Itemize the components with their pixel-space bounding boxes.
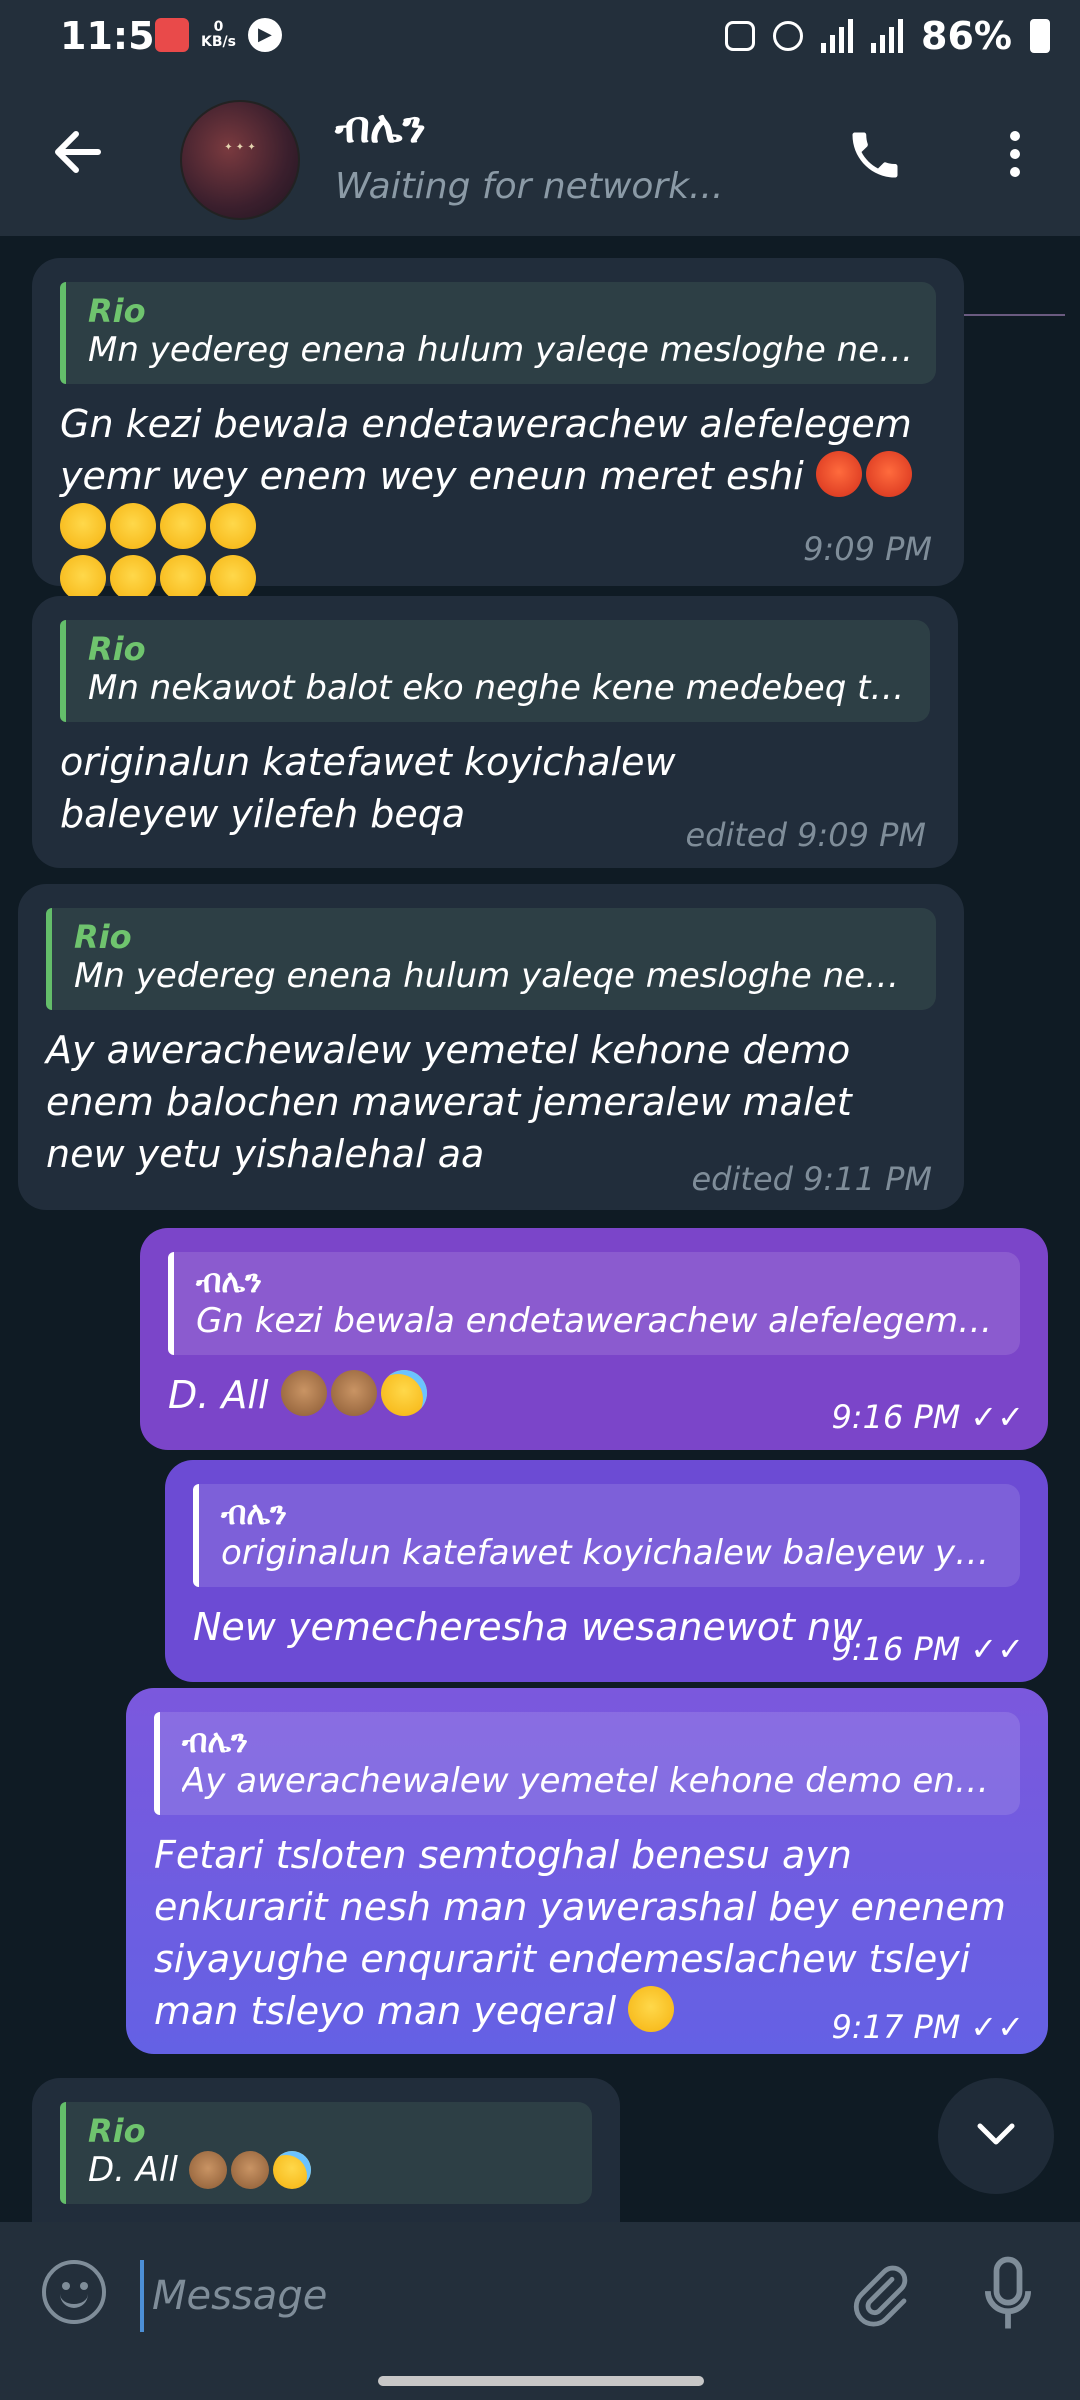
reply-sender: ብሌን <box>182 1722 248 1760</box>
avatar[interactable]: ✦ ✦ ✦ <box>180 100 300 220</box>
reply-text: D. All <box>88 2150 178 2190</box>
reply-sender: ብሌን <box>221 1494 287 1532</box>
tongue-emoji-icon <box>160 503 206 549</box>
battery-percent: 86% <box>921 14 1012 58</box>
net-speed-unit: KB/s <box>201 34 236 50</box>
chat-subtitle: Waiting for network... <box>335 166 724 207</box>
scroll-down-button[interactable] <box>938 2078 1054 2194</box>
reply-preview[interactable]: ብሌን Gn kezi bewala endetawerachew alefel… <box>168 1252 1020 1355</box>
message-text: Gn kezi bewala endetawerachew alefelegem… <box>60 402 912 498</box>
tongue-emoji-icon <box>110 503 156 549</box>
status-left-icons: 0 KB/s ▶ <box>155 18 282 52</box>
more-vert-icon[interactable] <box>1000 125 1030 185</box>
message-input[interactable] <box>140 2260 804 2332</box>
double-check-icon: ✓✓ <box>970 2008 1024 2046</box>
message-bubble[interactable]: Rio Mn yedereg enena hulum yaleqe meslog… <box>32 258 964 601</box>
message-time: edited 9:09 PM <box>685 816 926 854</box>
message-bubble[interactable]: Rio Mn nekawot balot eko neghe kene mede… <box>32 596 958 868</box>
reply-sender: Rio <box>88 2112 146 2150</box>
reply-text: Ay awerachewalew yemetel kehone demo ene… <box>182 1761 998 1801</box>
angry-emoji-icon <box>865 451 912 497</box>
chat-header: ✦ ✦ ✦ ብሌን Waiting for network... <box>0 80 1080 316</box>
message-time: 9:09 PM <box>803 530 932 568</box>
reply-text: originalun katefawet koyichalew baleyew … <box>221 1533 998 1573</box>
message-bubble-outgoing[interactable]: ብሌን originalun katefawet koyichalew bale… <box>165 1460 1048 1682</box>
reply-preview[interactable]: ብሌን originalun katefawet koyichalew bale… <box>193 1484 1020 1587</box>
double-check-icon: ✓✓ <box>970 1398 1024 1436</box>
reply-sender: Rio <box>88 292 146 330</box>
message-text-wrap: Gn kezi bewala endetawerachew alefelegem… <box>60 398 936 606</box>
tongue-emoji-icon <box>210 555 256 601</box>
reply-preview[interactable]: Rio Mn yedereg enena hulum yaleqe meslog… <box>46 908 936 1010</box>
message-time: 9:16 PM <box>831 1398 961 1436</box>
avatar-image: ✦ ✦ ✦ <box>224 142 256 153</box>
battery-icon <box>1030 19 1050 53</box>
tongue-emoji-icon <box>110 555 156 601</box>
back-arrow-icon[interactable] <box>48 122 108 182</box>
sweat-smile-emoji-icon <box>272 2151 311 2189</box>
reply-text: Gn kezi bewala endetawerachew alefelegem… <box>196 1301 998 1341</box>
reply-text: Mn yedereg enena hulum yaleqe mesloghe n… <box>88 330 914 370</box>
message-time: 9:16 PM <box>831 1630 961 1668</box>
reply-text-wrap: D. All <box>88 2150 570 2190</box>
media-play-icon: ▶ <box>247 18 282 52</box>
tongue-emoji-icon <box>60 503 106 549</box>
reply-preview[interactable]: Rio Mn nekawot balot eko neghe kene mede… <box>60 620 930 722</box>
tongue-emoji-icon <box>160 555 206 601</box>
vpn-icon <box>725 21 756 51</box>
see-no-evil-emoji-icon <box>188 2151 227 2189</box>
see-no-evil-emoji-icon <box>280 1370 327 1416</box>
message-meta: 9:16 PM ✓✓ <box>831 1398 1024 1436</box>
message-text: Ay awerachewalew yemetel kehone demo ene… <box>46 1028 852 1176</box>
emoji-icon[interactable] <box>42 2260 106 2324</box>
reply-preview[interactable]: Rio D. All <box>60 2102 592 2204</box>
message-text-wrap: Fetari tsloten semtoghal benesu ayn enku… <box>154 1829 1014 2037</box>
message-text: D. All <box>168 1373 269 1417</box>
net-speed: 0 KB/s <box>201 20 236 50</box>
reply-sender: ብሌን <box>196 1262 262 1300</box>
reply-sender: Rio <box>88 630 146 668</box>
sweat-smile-emoji-icon <box>380 1370 427 1416</box>
tongue-emoji-icon <box>210 503 256 549</box>
double-check-icon: ✓✓ <box>970 1630 1024 1668</box>
reply-preview[interactable]: Rio Mn yedereg enena hulum yaleqe meslog… <box>60 282 936 384</box>
signal-icon-2 <box>871 19 904 53</box>
message-time: 9:17 PM <box>831 2008 961 2046</box>
home-indicator[interactable] <box>378 2376 704 2386</box>
status-right-icons: 86% <box>725 14 1050 58</box>
phone-icon[interactable] <box>845 125 905 185</box>
message-composer <box>0 2222 1080 2400</box>
chat-title[interactable]: ብሌን <box>335 102 426 153</box>
message-text: Fetari tsloten semtoghal benesu ayn enku… <box>154 1833 1006 2033</box>
reply-sender: Rio <box>74 918 132 956</box>
alarm-icon <box>773 21 804 51</box>
message-bubble-outgoing[interactable]: ብሌን Ay awerachewalew yemetel kehone demo… <box>126 1688 1048 2054</box>
message-bubble[interactable]: Rio Mn yedereg enena hulum yaleqe meslog… <box>18 884 964 1210</box>
see-no-evil-emoji-icon <box>330 1370 377 1416</box>
mic-icon[interactable] <box>985 2256 1031 2332</box>
message-time: edited 9:11 PM <box>691 1160 932 1198</box>
message-bubble-outgoing[interactable]: ብሌን Gn kezi bewala endetawerachew alefel… <box>140 1228 1048 1450</box>
status-bar: 11:58 0 KB/s ▶ 86% <box>0 0 1080 80</box>
reply-text: Mn yedereg enena hulum yaleqe mesloghe n… <box>74 956 914 996</box>
attach-icon[interactable] <box>848 2258 912 2330</box>
message-meta: 9:16 PM ✓✓ <box>831 1630 1024 1668</box>
chevron-down-icon <box>977 2123 1015 2145</box>
see-no-evil-emoji-icon <box>230 2151 269 2189</box>
app-notification-icon <box>155 18 189 52</box>
message-meta: 9:17 PM ✓✓ <box>831 2008 1024 2046</box>
reply-preview[interactable]: ብሌን Ay awerachewalew yemetel kehone demo… <box>154 1712 1020 1815</box>
smile-emoji-icon <box>628 1986 675 2032</box>
signal-icon <box>821 19 854 53</box>
message-text: originalun katefawet koyichalew baleyew … <box>60 740 676 836</box>
reply-text: Mn nekawot balot eko neghe kene medebeq … <box>88 668 908 708</box>
angry-emoji-icon <box>815 451 862 497</box>
net-speed-value: 0 <box>213 19 224 35</box>
tongue-emoji-icon <box>60 555 106 601</box>
